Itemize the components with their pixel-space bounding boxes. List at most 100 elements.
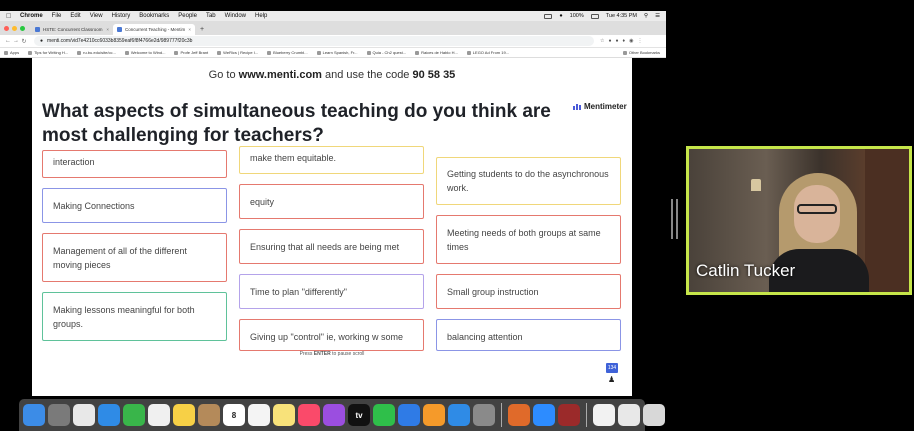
menu-app-name[interactable]: Chrome (20, 13, 43, 19)
menu-window[interactable]: Window (225, 13, 246, 19)
pause-prefix: Press (299, 351, 314, 357)
keynote-icon[interactable] (398, 404, 420, 426)
podcasts-icon[interactable] (323, 404, 345, 426)
participant-name: Catlin Tucker (696, 261, 796, 280)
response-text: balancing attention (447, 332, 523, 342)
bookmark-item[interactable]: ru.bu.edu/site/cc... (77, 50, 116, 55)
bookmark-favicon (366, 50, 371, 55)
response-text: equity (250, 196, 275, 207)
numbers-icon[interactable] (373, 404, 395, 426)
bookmark-star-icon[interactable]: ☆ (600, 38, 604, 44)
dictionary-icon[interactable] (558, 404, 580, 426)
bookmark-item[interactable]: Welcome to Wind... (124, 50, 166, 55)
folder-icon[interactable] (618, 404, 640, 426)
other-bookmarks[interactable]: Other Bookmarks (622, 50, 666, 55)
more-menu-icon[interactable]: ⋮ (637, 38, 642, 44)
close-window-icon[interactable] (4, 26, 9, 31)
bookmark-item[interactable]: WeRics | Recipe I... (217, 50, 258, 55)
menu-tab[interactable]: Tab (206, 13, 216, 19)
bookmark-label: Learn Spanish, Fr... (322, 50, 358, 55)
chrome-icon[interactable] (73, 404, 95, 426)
bookmark-label: Quia - Ch2 quest... (372, 50, 407, 55)
photos-app-icon[interactable] (148, 404, 170, 426)
bookmark-favicon (174, 50, 179, 55)
maximize-window-icon[interactable] (20, 26, 25, 31)
zoom-icon[interactable] (533, 404, 555, 426)
notes-icon[interactable] (273, 404, 295, 426)
bookmark-item[interactable]: Blueberry Crumbl... (267, 50, 308, 55)
join-site[interactable]: www.menti.com (239, 69, 322, 81)
spotlight-icon[interactable]: ⚲ (644, 13, 648, 19)
response-card: Meeting needs of both groups at same tim… (436, 215, 621, 264)
resize-handle[interactable] (671, 199, 673, 239)
menu-people[interactable]: People (178, 13, 197, 19)
bookmark-item[interactable]: Profe Jeff Brant (174, 50, 208, 55)
document-icon[interactable] (593, 404, 615, 426)
system-preferences-icon[interactable] (473, 404, 495, 426)
join-instructions: Go to www.menti.com and use the code 90 … (32, 69, 632, 81)
video-person-face (794, 185, 840, 243)
menu-bookmarks[interactable]: Bookmarks (139, 13, 169, 19)
response-card: Giving up "control" ie, working w some (239, 319, 424, 351)
apps-icon (4, 50, 8, 55)
bookmark-item[interactable]: Tips for Writing H... (28, 50, 68, 55)
menu-edit[interactable]: Edit (70, 13, 80, 19)
battery-percent[interactable]: 100% (570, 13, 584, 19)
bookmark-item[interactable]: Learn Spanish, Fr... (316, 50, 358, 55)
resize-handle[interactable] (676, 199, 678, 239)
bookmark-item[interactable]: Quia - Ch2 quest... (366, 50, 407, 55)
tv-icon[interactable]: tv (348, 404, 370, 426)
menu-help[interactable]: Help (255, 13, 267, 19)
reminders-icon[interactable] (248, 404, 270, 426)
puzzle-icon[interactable]: ♦ (623, 38, 626, 44)
lock-icon: ● (40, 38, 44, 44)
app-store-icon[interactable] (448, 404, 470, 426)
clock[interactable]: Tue 4:35 PM (606, 13, 637, 19)
trash-icon[interactable] (643, 404, 665, 426)
minimize-window-icon[interactable] (12, 26, 17, 31)
bookmark-label: Blueberry Crumbl... (273, 50, 308, 55)
menu-view[interactable]: View (90, 13, 103, 19)
extension-icon[interactable]: ● (608, 38, 611, 44)
contacts-icon[interactable] (198, 404, 220, 426)
menu-list-icon[interactable]: ☰ (655, 13, 660, 19)
response-card: Making Connections (42, 188, 227, 223)
bookmarks-bar: Apps Tips for Writing H... ru.bu.edu/sit… (0, 48, 666, 58)
screen-share-icon[interactable] (544, 13, 553, 19)
photos-icon[interactable] (173, 404, 195, 426)
forward-icon[interactable]: → (12, 38, 20, 44)
dock-separator (586, 403, 587, 427)
reload-icon[interactable]: ↻ (20, 38, 28, 45)
tab-mentimeter[interactable]: Concurrent Teaching - Mentim × (113, 24, 195, 35)
bookmark-label: Welcome to Wind... (130, 50, 166, 55)
calendar-icon[interactable]: 8 (223, 404, 245, 426)
response-text: Time to plan "differently" (250, 286, 347, 297)
garageband-icon[interactable] (508, 404, 530, 426)
bookmark-label: LEGO Ad From 19... (472, 50, 510, 55)
url-input[interactable]: ● menti.com/vid7e4210cc6033b8359eaf6f8f4… (34, 36, 594, 46)
response-text: Getting students to do the asynchronous … (447, 169, 609, 193)
facetime-icon[interactable] (123, 404, 145, 426)
safari-icon[interactable] (98, 404, 120, 426)
participant-video[interactable]: Catlin Tucker (686, 146, 912, 295)
menu-history[interactable]: History (112, 13, 131, 19)
wifi-icon[interactable]: ● (559, 13, 562, 19)
back-icon[interactable]: ← (4, 38, 12, 44)
extension-icon[interactable]: ● (616, 38, 619, 44)
new-tab-button[interactable]: + (200, 26, 204, 33)
menu-file[interactable]: File (52, 13, 62, 19)
battery-icon[interactable] (590, 13, 599, 19)
close-tab-icon[interactable]: × (106, 27, 109, 32)
finder-icon[interactable] (23, 404, 45, 426)
bookmark-apps[interactable]: Apps (4, 50, 19, 55)
music-icon[interactable] (298, 404, 320, 426)
tab-hste[interactable]: HSTE: Concurrent Classroom × (31, 24, 113, 35)
launchpad-icon[interactable] (48, 404, 70, 426)
bookmark-item[interactable]: LEGO Ad From 19... (466, 50, 510, 55)
apple-icon[interactable]:  (6, 13, 14, 20)
profile-avatar[interactable]: ◉ (629, 38, 633, 44)
bookmark-item[interactable]: Raices de Hablo H... (415, 50, 458, 55)
tab-label: HSTE: Concurrent Classroom (43, 27, 103, 32)
close-tab-icon[interactable]: × (188, 27, 191, 32)
pages-icon[interactable] (423, 404, 445, 426)
